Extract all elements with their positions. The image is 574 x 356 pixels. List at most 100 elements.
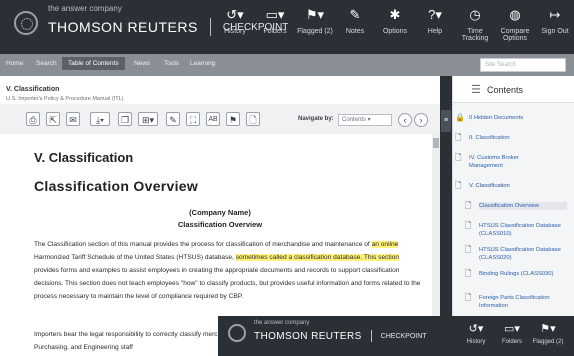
document-header: V. Classification U.S. Importer's Policy… [0,76,440,104]
toc-toggle-icon[interactable]: ≡ [441,110,451,132]
toc-item-label: II. Classification [469,135,510,141]
overlay-history-label: History [466,339,486,345]
paragraph-text: provides forms and examples to assist em… [34,267,421,300]
previous-arrow-icon[interactable]: ‹ [398,113,412,127]
nav-learning[interactable]: Learning [190,60,215,67]
folders-button[interactable]: ▭▾ Folders [256,6,294,42]
nav-search[interactable]: Search [36,60,57,67]
notes-icon: ✎ [349,7,361,22]
text-size-icon[interactable]: AB [206,112,220,126]
brand-tagline: the answer company [48,4,122,13]
paragraph-intro: The Classification section of this manua… [34,238,424,303]
flag-icon: ⚑▾ [540,323,556,335]
overview-heading: Classification Overview [34,178,199,194]
doc-icon: 🗋 [465,293,472,302]
overlay-brand[interactable]: the answer company THOMSON REUTERS CHECK… [228,320,427,342]
overlay-window-header: the answer company THOMSON REUTERS CHECK… [218,316,574,356]
help-button[interactable]: ?▾ Help [416,6,454,42]
toc-item-label: 0 Hidden Documents [469,115,524,121]
options-button[interactable]: ✱ Options [376,6,414,42]
history-icon: ↺▾ [226,7,244,22]
brand-name: THOMSON REUTERS [48,19,198,35]
app-header: the answer company THOMSON REUTERS CHECK… [0,0,574,54]
navigate-by-value: Contents [342,117,367,123]
gear-icon: ✱ [389,7,401,22]
nav-home[interactable]: Home [6,60,23,67]
folders-icon: ▭▾ [504,323,520,335]
doc-icon: 🗋 [455,181,462,190]
scroll-thumb[interactable] [433,138,439,148]
download-icon[interactable]: ⤓▾ [90,112,110,126]
toc-item-label: Foreign Parts Classification Information [479,295,550,309]
nav-table-of-contents[interactable]: Table of Contents [62,57,125,70]
paragraph-text: The Classification section of this manua… [34,241,372,248]
sign-out-button[interactable]: ↦ Sign Out [536,6,574,42]
flagged-button[interactable]: ⚑▾ Flagged (2) [296,6,334,42]
overlay-flagged-button[interactable]: ⚑▾ Flagged (2) [530,322,566,345]
overlay-product-name: CHECKPOINT [380,332,427,340]
history-label: History [224,28,246,35]
next-arrow-icon[interactable]: › [414,113,428,127]
time-tracking-label: Time Tracking [461,28,489,42]
expand-icon[interactable]: ⛶ [186,112,200,126]
section-heading: V. Classification [34,150,134,165]
email-icon[interactable]: ✉ [66,112,80,126]
folders-icon: ▭▾ [265,7,285,22]
toc-item-label: Classification Overview [479,203,539,209]
toc-item-v-classification[interactable]: 🗋 V. Classification [455,182,549,190]
site-search-input[interactable]: Site Search [480,58,566,72]
toc-item-iv-customs-broker[interactable]: 🗋 IV. Customs Broker Management [455,154,549,170]
toc-item-label: HTSUS Classification Database (CLASS010) [479,223,561,237]
overlay-history-button[interactable]: ↺▾ History [458,322,494,345]
navigate-by-label: Navigate by: [298,116,334,122]
doc-icon: 🗋 [465,245,472,254]
add-to-folder-icon[interactable]: ⊞▾ [138,112,158,126]
print-icon[interactable]: ⎙ [26,112,40,126]
contents-title: Contents [487,85,524,95]
help-icon: ?▾ [428,7,442,22]
toc-item-foreign-parts[interactable]: 🗋 Foreign Parts Classification Informatio… [465,294,567,310]
toc-item-htsus-class020[interactable]: 🗋 HTSUS Classification Database (CLASS020… [465,246,567,262]
toc-item-ii-classification[interactable]: 🗋 II. Classification [455,134,549,142]
overlay-brand-tagline: the answer company [254,320,310,326]
notes-label: Notes [345,28,365,35]
doc-icon: 🗋 [455,133,462,142]
notes-button[interactable]: ✎ Notes [336,6,374,42]
header-toolbar: ↺▾ History ▭▾ Folders ⚑▾ Flagged (2) ✎ Notes… [214,6,574,42]
export-icon[interactable]: ⇱ [46,112,60,126]
overlay-folders-button[interactable]: ▭▾ Folders [494,322,530,345]
copy-icon[interactable]: ❐ [118,112,132,126]
toc-item-htsus-class010[interactable]: 🗋 HTSUS Classification Database (CLASS010… [465,222,567,238]
compare-options-label: Compare Options [500,28,530,42]
time-tracking-button[interactable]: ◷ Time Tracking [456,6,494,42]
toc-item-label: IV. Customs Broker Management [469,155,519,169]
document-title: V. Classification [6,86,60,93]
brand-divider [209,18,211,36]
doc-icon: 🗋 [455,153,462,162]
toc-item-hidden-documents[interactable]: 🔒 0 Hidden Documents [455,114,549,122]
thomson-reuters-logo-icon [14,11,38,35]
folders-label: Folders [263,28,287,35]
nav-news[interactable]: News [134,60,150,67]
compare-icon: ◍ [509,7,521,22]
toc-item-classification-overview[interactable]: 🗋 Classification Overview [465,202,567,210]
help-label: Help [427,28,443,35]
doc-icon: 🗋 [465,221,472,230]
overlay-brand-name: THOMSON REUTERS [254,330,362,342]
highlight-text[interactable]: an online [371,241,399,248]
flag-icon: ⚑▾ [305,7,325,22]
overlay-flagged-label: Flagged (2) [532,339,564,345]
flagged-label: Flagged (2) [297,28,333,35]
compare-options-button[interactable]: ◍ Compare Options [496,6,534,42]
flag-document-icon[interactable]: ⚑ [226,112,240,126]
note-icon[interactable]: 🗋 [246,112,260,126]
navigate-by-select[interactable]: Contents ▾ [338,114,392,126]
sign-out-label: Sign Out [541,28,569,35]
toc-item-binding-rulings[interactable]: 🗋 Binding Rulings (CLASS030) [465,270,567,278]
nav-tools[interactable]: Tools [164,60,179,67]
highlight-text[interactable]: sometimes called a classification databa… [235,254,400,261]
options-label: Options [382,28,408,35]
document-path[interactable]: U.S. Importer's Policy & Procedure Manua… [6,96,124,102]
edit-note-icon[interactable]: ✎ [166,112,180,126]
history-button[interactable]: ↺▾ History [216,6,254,42]
